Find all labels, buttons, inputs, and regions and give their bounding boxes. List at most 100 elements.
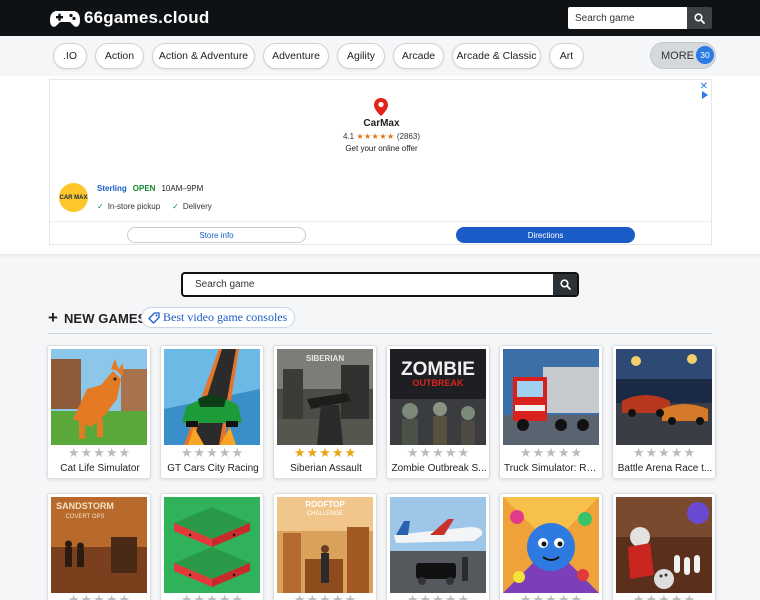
site-logo[interactable]: 66games.cloud	[50, 6, 209, 30]
game-card[interactable]	[612, 493, 716, 600]
star-icon[interactable]: ★	[683, 446, 695, 460]
star-icon[interactable]: ★	[68, 593, 80, 600]
star-icon[interactable]: ★	[181, 593, 193, 600]
star-icon[interactable]: ★	[93, 593, 105, 600]
game-card[interactable]: ★ ★ ★ ★ ★ Cat Life Simulator	[47, 345, 151, 479]
star-icon[interactable]: ★	[457, 446, 469, 460]
star-icon[interactable]: ★	[407, 446, 419, 460]
star-icon[interactable]: ★	[118, 446, 130, 460]
game-thumbnail[interactable]	[503, 497, 599, 593]
star-icon[interactable]: ★	[520, 593, 532, 600]
star-icon[interactable]: ★	[294, 446, 306, 460]
game-thumbnail[interactable]	[503, 349, 599, 445]
star-icon[interactable]: ★	[683, 593, 695, 600]
star-icon[interactable]: ★	[432, 446, 444, 460]
category-agility[interactable]: Agility	[337, 43, 385, 69]
game-thumbnail[interactable]: SIBERIAN	[277, 349, 373, 445]
game-card[interactable]: SIBERIAN ★ ★ ★ ★ ★ Siberian Assault	[273, 345, 377, 479]
star-icon[interactable]: ★	[633, 593, 645, 600]
game-card[interactable]	[160, 493, 264, 600]
star-icon[interactable]: ★	[633, 446, 645, 460]
star-icon[interactable]: ★	[332, 446, 344, 460]
star-icon[interactable]: ★	[671, 446, 683, 460]
star-icon[interactable]: ★	[558, 446, 570, 460]
star-icon[interactable]: ★	[533, 593, 545, 600]
star-icon[interactable]: ★	[231, 593, 243, 600]
star-icon[interactable]: ★	[332, 593, 344, 600]
game-thumbnail[interactable]	[51, 349, 147, 445]
star-icon[interactable]: ★	[658, 446, 670, 460]
ad-choices-icon[interactable]	[702, 91, 708, 99]
star-icon[interactable]: ★	[533, 446, 545, 460]
star-icon[interactable]: ★	[407, 593, 419, 600]
category-arcade-classic[interactable]: Arcade & Classic	[452, 43, 541, 69]
game-card[interactable]: ★ ★ ★ ★ ★ Truck Simulator: Ru...	[499, 345, 603, 479]
game-card[interactable]	[499, 493, 603, 600]
main-search-button[interactable]	[553, 274, 577, 295]
game-thumbnail[interactable]	[616, 497, 712, 593]
star-icon[interactable]: ★	[570, 446, 582, 460]
star-icon[interactable]: ★	[445, 593, 457, 600]
category-adventure[interactable]: Adventure	[263, 43, 329, 69]
category-art[interactable]: Art	[549, 43, 584, 69]
star-icon[interactable]: ★	[445, 446, 457, 460]
header-search-input[interactable]: Search game	[568, 7, 687, 29]
ad-banner[interactable]: ✕ CarMax 4.1 ★★★★★ (2863) Get your onlin…	[49, 79, 712, 245]
star-icon[interactable]: ★	[194, 446, 206, 460]
game-thumbnail[interactable]: ZOMBIE OUTBREAK	[390, 349, 486, 445]
game-card[interactable]: ROOFTOP CHALLENGE	[273, 493, 377, 600]
star-icon[interactable]: ★	[319, 446, 331, 460]
category-arcade[interactable]: Arcade	[393, 43, 444, 69]
star-icon[interactable]: ★	[558, 593, 570, 600]
star-icon[interactable]: ★	[671, 593, 683, 600]
star-icon[interactable]: ★	[432, 593, 444, 600]
game-card[interactable]: ★ ★ ★ ★ ★ Battle Arena Race t...	[612, 345, 716, 479]
game-card[interactable]: SANDSTORM COVERT OPS	[47, 493, 151, 600]
star-icon[interactable]: ★	[570, 593, 582, 600]
star-icon[interactable]: ★	[294, 593, 306, 600]
star-icon[interactable]: ★	[646, 446, 658, 460]
category-action-adventure[interactable]: Action & Adventure	[152, 43, 255, 69]
ad-store-info-button[interactable]: Store info	[127, 227, 306, 243]
game-thumbnail[interactable]	[164, 497, 260, 593]
star-icon[interactable]: ★	[307, 446, 319, 460]
header-search-button[interactable]	[687, 7, 712, 29]
game-thumbnail[interactable]	[390, 497, 486, 593]
star-icon[interactable]: ★	[457, 593, 469, 600]
star-icon[interactable]: ★	[68, 446, 80, 460]
star-icon[interactable]: ★	[118, 593, 130, 600]
star-icon[interactable]: ★	[344, 446, 356, 460]
star-icon[interactable]: ★	[206, 446, 218, 460]
game-card[interactable]: ★ ★ ★ ★ ★ GT Cars City Racing	[160, 345, 264, 479]
ad-directions-button[interactable]: Directions	[456, 227, 635, 243]
star-icon[interactable]: ★	[545, 593, 557, 600]
star-icon[interactable]: ★	[420, 446, 432, 460]
star-icon[interactable]: ★	[206, 593, 218, 600]
star-icon[interactable]: ★	[219, 593, 231, 600]
game-card[interactable]: ZOMBIE OUTBREAK ★ ★ ★ ★ ★ Zombie Outbreak S.…	[386, 345, 490, 479]
star-icon[interactable]: ★	[646, 593, 658, 600]
star-icon[interactable]: ★	[106, 446, 118, 460]
star-icon[interactable]: ★	[307, 593, 319, 600]
more-categories-button[interactable]: MORE 30	[650, 42, 716, 69]
star-icon[interactable]: ★	[219, 446, 231, 460]
star-icon[interactable]: ★	[181, 446, 193, 460]
star-icon[interactable]: ★	[81, 446, 93, 460]
consoles-link[interactable]: Best video game consoles	[141, 307, 295, 328]
game-card[interactable]	[386, 493, 490, 600]
star-icon[interactable]: ★	[93, 446, 105, 460]
category-action[interactable]: Action	[95, 43, 144, 69]
star-icon[interactable]: ★	[545, 446, 557, 460]
category-io[interactable]: .IO	[53, 43, 87, 69]
main-search-input[interactable]: Search game	[183, 274, 553, 295]
star-icon[interactable]: ★	[319, 593, 331, 600]
star-icon[interactable]: ★	[420, 593, 432, 600]
game-thumbnail[interactable]: ROOFTOP CHALLENGE	[277, 497, 373, 593]
star-icon[interactable]: ★	[81, 593, 93, 600]
game-thumbnail[interactable]	[616, 349, 712, 445]
star-icon[interactable]: ★	[344, 593, 356, 600]
star-icon[interactable]: ★	[231, 446, 243, 460]
star-icon[interactable]: ★	[106, 593, 118, 600]
game-thumbnail[interactable]	[164, 349, 260, 445]
game-thumbnail[interactable]: SANDSTORM COVERT OPS	[51, 497, 147, 593]
